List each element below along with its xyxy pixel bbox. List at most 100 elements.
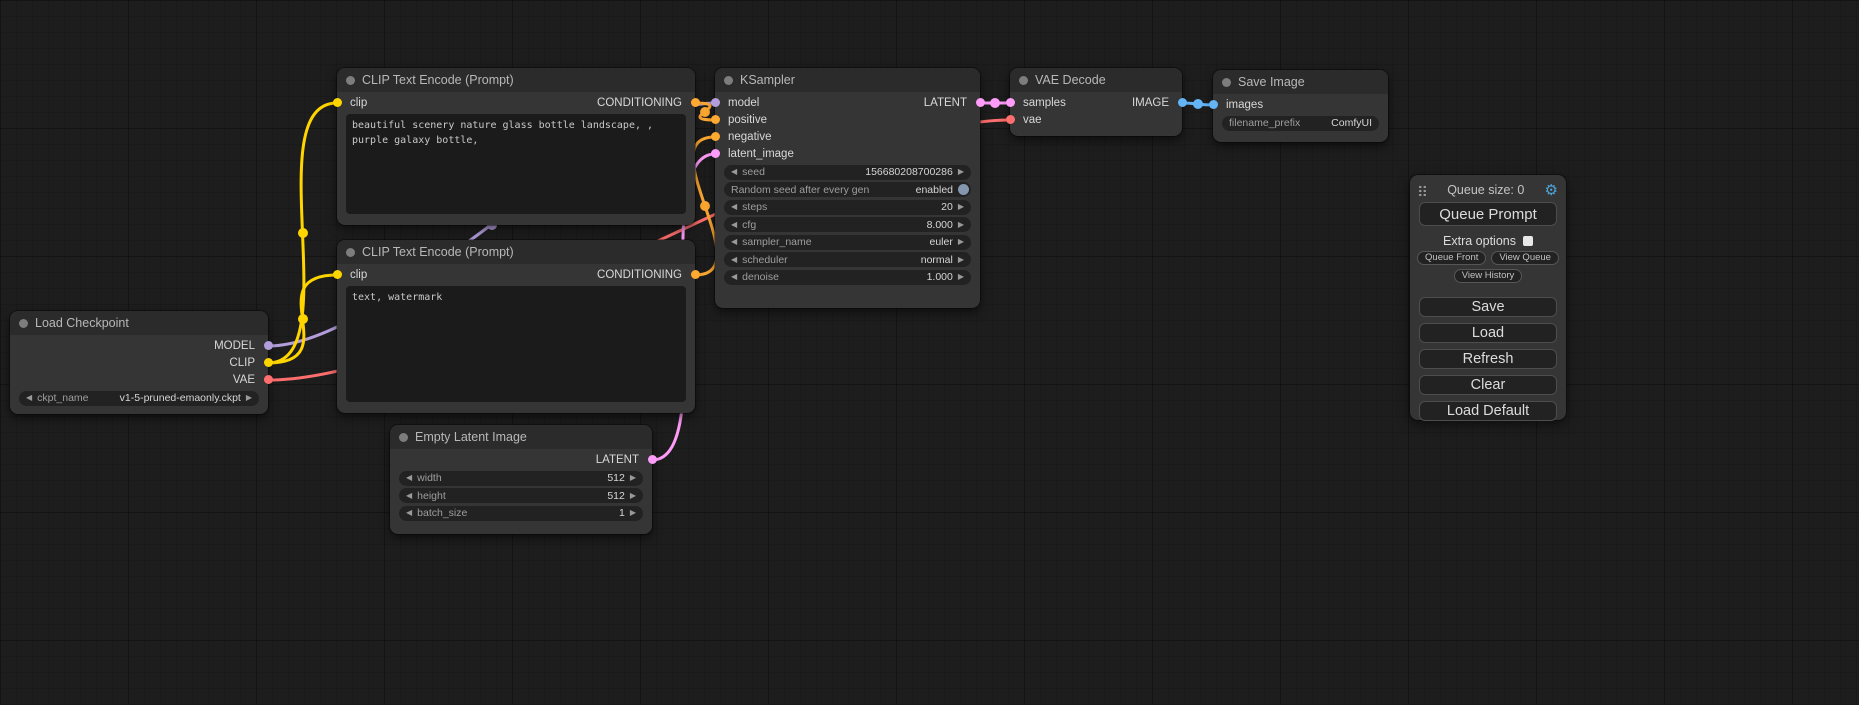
node-title: CLIP Text Encode (Prompt)	[362, 73, 514, 87]
increment-arrow-icon[interactable]: ▶	[958, 221, 964, 229]
menu-header: Queue size: 0 ⚙	[1410, 181, 1566, 199]
node-title: CLIP Text Encode (Prompt)	[362, 245, 514, 259]
clip-input-socket[interactable]	[333, 270, 342, 279]
collapse-dot-icon[interactable]	[19, 319, 28, 328]
increment-arrow-icon[interactable]: ▶	[958, 203, 964, 211]
prev-arrow-icon[interactable]: ◀	[731, 256, 737, 264]
output-label-clip: CLIP	[229, 357, 255, 369]
height-widget[interactable]: ◀ height 512 ▶	[399, 488, 643, 503]
ckpt-name-widget[interactable]: ◀ ckpt_name v1-5-pruned-emaonly.ckpt ▶	[19, 391, 259, 406]
next-arrow-icon[interactable]: ▶	[958, 238, 964, 246]
node-title-bar[interactable]: CLIP Text Encode (Prompt)	[337, 240, 695, 264]
latent-image-input-socket[interactable]	[711, 149, 720, 158]
node-clip-text-encode-positive[interactable]: CLIP Text Encode (Prompt) clip CONDITION…	[337, 68, 695, 225]
node-save-image[interactable]: Save Image images filename_prefix ComfyU…	[1213, 70, 1388, 142]
collapse-dot-icon[interactable]	[346, 248, 355, 257]
widget-value: 512	[607, 472, 625, 484]
decrement-arrow-icon[interactable]: ◀	[731, 168, 737, 176]
node-vae-decode[interactable]: VAE Decode samples IMAGE vae	[1010, 68, 1182, 136]
input-label-model: model	[728, 97, 759, 109]
denoise-widget[interactable]: ◀ denoise 1.000 ▶	[724, 270, 971, 285]
node-title-bar[interactable]: Save Image	[1213, 70, 1388, 94]
save-button[interactable]: Save	[1419, 297, 1557, 317]
widget-label: sampler_name	[742, 236, 811, 248]
node-title-bar[interactable]: Empty Latent Image	[390, 425, 652, 449]
model-input-socket[interactable]	[711, 98, 720, 107]
clear-button[interactable]: Clear	[1419, 375, 1557, 395]
node-graph-canvas[interactable]: Load Checkpoint MODEL CLIP VAE ◀ ckpt_na…	[0, 0, 1859, 705]
clip-output-socket[interactable]	[264, 358, 273, 367]
view-queue-button[interactable]: View Queue	[1491, 251, 1559, 265]
prev-arrow-icon[interactable]: ◀	[26, 394, 32, 402]
seed-widget[interactable]: ◀ seed 156680208700286 ▶	[724, 165, 971, 180]
node-title-bar[interactable]: CLIP Text Encode (Prompt)	[337, 68, 695, 92]
decrement-arrow-icon[interactable]: ◀	[406, 474, 412, 482]
next-arrow-icon[interactable]: ▶	[246, 394, 252, 402]
node-title-bar[interactable]: Load Checkpoint	[10, 311, 268, 335]
decrement-arrow-icon[interactable]: ◀	[406, 492, 412, 500]
settings-gear-icon[interactable]: ⚙	[1545, 183, 1558, 198]
refresh-button[interactable]: Refresh	[1419, 349, 1557, 369]
collapse-dot-icon[interactable]	[399, 433, 408, 442]
collapse-dot-icon[interactable]	[724, 76, 733, 85]
extra-options-row: Extra options	[1410, 233, 1566, 248]
view-history-button[interactable]: View History	[1454, 269, 1523, 283]
increment-arrow-icon[interactable]: ▶	[630, 509, 636, 517]
conditioning-output-socket[interactable]	[691, 98, 700, 107]
scheduler-widget[interactable]: ◀ scheduler normal ▶	[724, 252, 971, 267]
negative-prompt-textarea[interactable]: text, watermark	[346, 286, 686, 402]
node-clip-text-encode-negative[interactable]: CLIP Text Encode (Prompt) clip CONDITION…	[337, 240, 695, 413]
steps-widget[interactable]: ◀ steps 20 ▶	[724, 200, 971, 215]
vae-output-socket[interactable]	[264, 375, 273, 384]
decrement-arrow-icon[interactable]: ◀	[406, 509, 412, 517]
decrement-arrow-icon[interactable]: ◀	[731, 221, 737, 229]
images-input-socket[interactable]	[1209, 100, 1218, 109]
slot-row: clip CONDITIONING	[337, 266, 695, 283]
vae-input-socket[interactable]	[1006, 115, 1015, 124]
image-output-socket[interactable]	[1178, 98, 1187, 107]
model-output-socket[interactable]	[264, 341, 273, 350]
node-title-bar[interactable]: VAE Decode	[1010, 68, 1182, 92]
queue-front-button[interactable]: Queue Front	[1417, 251, 1486, 265]
toggle-dot-icon[interactable]	[958, 184, 969, 195]
node-ksampler[interactable]: KSampler model LATENT positive negative …	[715, 68, 980, 308]
collapse-dot-icon[interactable]	[346, 76, 355, 85]
random-seed-toggle-widget[interactable]: Random seed after every gen enabled	[724, 182, 971, 197]
drag-handle-icon[interactable]	[1418, 185, 1427, 196]
widget-value: 8.000	[927, 219, 953, 231]
output-label-model: MODEL	[214, 340, 255, 352]
latent-output-socket[interactable]	[976, 98, 985, 107]
slot-row: negative	[715, 128, 980, 145]
increment-arrow-icon[interactable]: ▶	[958, 273, 964, 281]
prev-arrow-icon[interactable]: ◀	[731, 238, 737, 246]
latent-output-socket[interactable]	[648, 455, 657, 464]
increment-arrow-icon[interactable]: ▶	[958, 168, 964, 176]
samples-input-socket[interactable]	[1006, 98, 1015, 107]
next-arrow-icon[interactable]: ▶	[958, 256, 964, 264]
cfg-widget[interactable]: ◀ cfg 8.000 ▶	[724, 217, 971, 232]
load-default-button[interactable]: Load Default	[1419, 401, 1557, 421]
collapse-dot-icon[interactable]	[1019, 76, 1028, 85]
positive-input-socket[interactable]	[711, 115, 720, 124]
extra-options-checkbox[interactable]	[1523, 236, 1533, 246]
decrement-arrow-icon[interactable]: ◀	[731, 273, 737, 281]
increment-arrow-icon[interactable]: ▶	[630, 492, 636, 500]
batch-size-widget[interactable]: ◀ batch_size 1 ▶	[399, 506, 643, 521]
increment-arrow-icon[interactable]: ▶	[630, 474, 636, 482]
node-empty-latent-image[interactable]: Empty Latent Image LATENT ◀ width 512 ▶ …	[390, 425, 652, 534]
filename-prefix-widget[interactable]: filename_prefix ComfyUI	[1222, 116, 1379, 131]
clip-input-socket[interactable]	[333, 98, 342, 107]
sampler-name-widget[interactable]: ◀ sampler_name euler ▶	[724, 235, 971, 250]
queue-prompt-button[interactable]: Queue Prompt	[1419, 202, 1557, 226]
negative-input-socket[interactable]	[711, 132, 720, 141]
collapse-dot-icon[interactable]	[1222, 78, 1231, 87]
load-button[interactable]: Load	[1419, 323, 1557, 343]
positive-prompt-textarea[interactable]: beautiful scenery nature glass bottle la…	[346, 114, 686, 214]
widget-value: 20	[941, 201, 953, 213]
width-widget[interactable]: ◀ width 512 ▶	[399, 471, 643, 486]
node-title-bar[interactable]: KSampler	[715, 68, 980, 92]
decrement-arrow-icon[interactable]: ◀	[731, 203, 737, 211]
history-row: View History	[1410, 269, 1566, 284]
conditioning-output-socket[interactable]	[691, 270, 700, 279]
node-load-checkpoint[interactable]: Load Checkpoint MODEL CLIP VAE ◀ ckpt_na…	[10, 311, 268, 414]
